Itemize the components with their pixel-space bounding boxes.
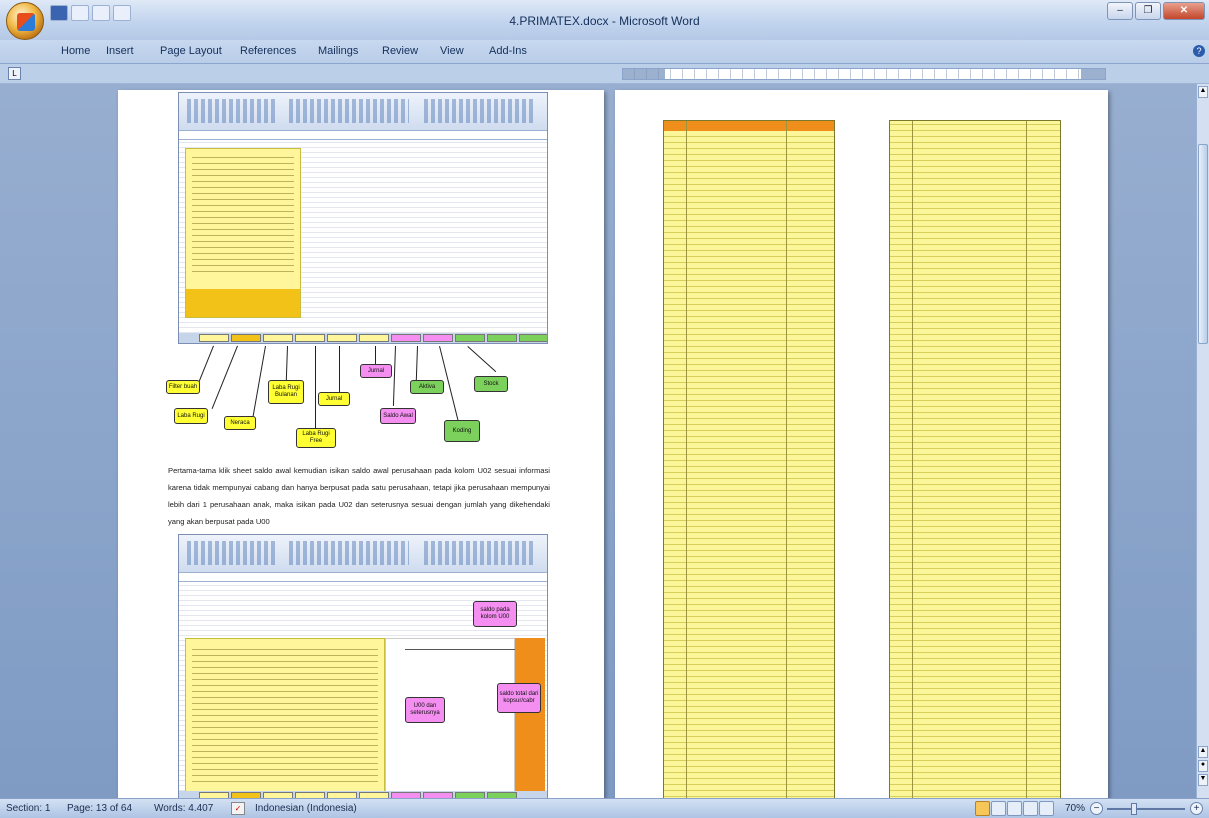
close-button[interactable]: ✕ [1163,2,1205,20]
zoom-slider[interactable] [1107,803,1185,815]
vertical-scrollbar[interactable]: ▲ ▲ ● ▼ [1196,84,1209,798]
status-bar: Section: 1 Page: 13 of 64 Words: 4.407 ✓… [0,798,1209,818]
restore-button[interactable]: ❐ [1135,2,1161,20]
tab-selector-icon[interactable]: L [8,67,21,80]
tab-mailings[interactable]: Mailings [318,45,358,57]
callout-stock: Stock [474,376,508,392]
callout-saldo-awal: Saldo Awal [380,408,416,424]
horizontal-ruler[interactable] [622,68,1106,80]
bracket-line [405,649,515,650]
scrollbar-thumb[interactable] [1198,144,1208,344]
draft-icon[interactable] [1039,801,1054,816]
ribbon-tabs: Home Insert Page Layout References Maili… [0,40,1209,64]
excel-grid [179,140,547,333]
tab-page-layout[interactable]: Page Layout [160,45,222,57]
next-page-icon[interactable]: ▼ [1198,774,1208,786]
page-right[interactable] [615,90,1108,798]
select-browse-object-icon[interactable]: ● [1198,760,1208,772]
leader-line [339,346,340,398]
tab-insert[interactable]: Insert [106,45,134,57]
table-header [664,121,834,131]
excel-ribbon-image [179,93,547,131]
tab-review[interactable]: Review [382,45,418,57]
scroll-up-icon[interactable]: ▲ [1198,86,1208,98]
zoom-level[interactable]: 70% [1065,803,1085,814]
callout-koding: Koding [444,420,480,442]
excel-formula-bar [179,131,547,140]
callout-laba-rugi-bulanan: Laba Rugi Bulanan [268,380,304,404]
callout-jurnal-yellow: Jurnal [318,392,350,406]
callout-neraca: Neraca [224,416,256,430]
account-table-2 [889,120,1061,798]
page-left[interactable]: Filter buah Laba Rugi Neraca Laba Rugi B… [118,90,604,798]
leader-line [211,345,238,410]
callout-saldo-total: saldo total dari kopsur/cabr [497,683,541,713]
excel-screenshot-1 [178,92,548,344]
zoom-out-icon[interactable]: − [1090,802,1103,815]
status-section[interactable]: Section: 1 [6,803,50,814]
ruler-row: L [0,64,1209,84]
status-page[interactable]: Page: 13 of 64 [67,803,132,814]
excel-orange-block [186,289,300,317]
excel-formula-bar [179,573,547,582]
excel-sheet-tabs [179,333,547,343]
status-language[interactable]: Indonesian (Indonesia) [255,803,357,814]
tab-add-ins[interactable]: Add-Ins [489,45,527,57]
leader-line [467,346,497,373]
tab-references[interactable]: References [240,45,296,57]
excel-yellow-sheet [185,638,385,794]
callout-laba-rugi-free: Laba Rugi Free [296,428,336,448]
callout-aktiva: Aktiva [410,380,444,394]
full-screen-reading-icon[interactable] [991,801,1006,816]
status-words[interactable]: Words: 4.407 [154,803,213,814]
callout-saldo-kolom-u00: saldo pada kolom U00 [473,601,517,627]
view-buttons [975,801,1054,816]
excel-yellow-sheet [185,148,301,318]
web-layout-icon[interactable] [1007,801,1022,816]
excel-screenshot-2: saldo pada kolom U00 U00 dan seterusnya … [178,534,548,798]
print-layout-icon[interactable] [975,801,990,816]
zoom-in-icon[interactable]: + [1190,802,1203,815]
table-rows [664,131,834,798]
zoom-slider-knob[interactable] [1131,803,1137,815]
title-bar: 4.PRIMATEX.docx - Microsoft Word – ❐ ✕ [0,0,1209,40]
callout-jurnal-pink: Jurnal [360,364,392,378]
excel-sheet-tabs [179,791,547,798]
window-controls: – ❐ ✕ [1107,2,1205,20]
window-title: 4.PRIMATEX.docx - Microsoft Word [509,14,700,28]
ruler-ticks [623,69,1105,79]
document-area[interactable]: Filter buah Laba Rugi Neraca Laba Rugi B… [0,84,1196,798]
excel-ribbon-image [179,535,547,573]
ruler-margin-right [1081,69,1105,79]
body-paragraph: Pertama-tama klik sheet saldo awal kemud… [168,466,550,526]
callout-laba-rugi: Laba Rugi [174,408,208,424]
callout-filter-buah: Filter buah [166,380,200,394]
tab-home[interactable]: Home [61,45,90,57]
table-rows [890,121,1060,798]
callout-u00-seterusnya: U00 dan seterusnya [405,697,445,723]
help-icon[interactable]: ? [1193,45,1205,57]
minimize-button[interactable]: – [1107,2,1133,20]
proofing-icon[interactable]: ✓ [231,802,245,815]
account-table-1 [663,120,835,798]
outline-icon[interactable] [1023,801,1038,816]
excel-orange-column [515,638,545,794]
leader-line [285,345,288,382]
leader-line [392,345,396,406]
tab-view[interactable]: View [440,45,464,57]
leader-line [315,346,316,430]
leader-line [251,345,266,421]
previous-page-icon[interactable]: ▲ [1198,746,1208,758]
